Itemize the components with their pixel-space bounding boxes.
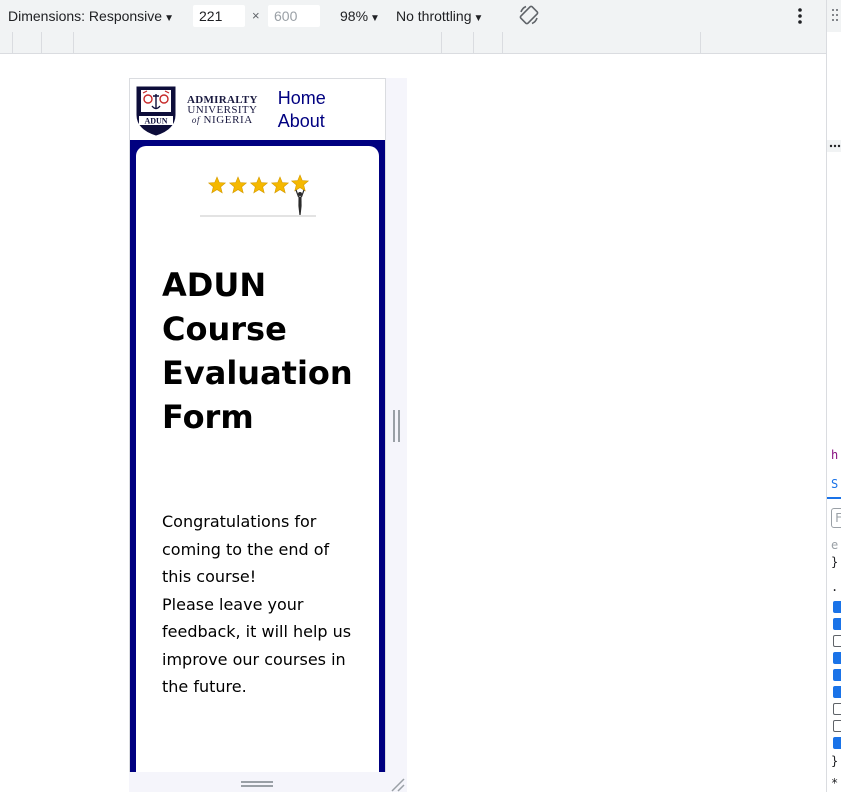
width-input[interactable]: [193, 5, 245, 27]
zoom-dropdown[interactable]: 98% ▼: [340, 8, 380, 24]
dimensions-dropdown[interactable]: Dimensions: Responsive ▼: [8, 8, 174, 24]
throttling-label: No throttling: [396, 8, 472, 24]
five-stars-rating-illustration: [200, 174, 316, 217]
corner-resize-handle-icon[interactable]: [389, 776, 405, 792]
property-checkbox[interactable]: [833, 720, 841, 732]
main-nav: Home About: [278, 87, 326, 133]
styles-tab-indicator: [827, 497, 841, 499]
times-symbol: ×: [252, 8, 260, 23]
height-resize-handle[interactable]: [241, 781, 273, 787]
property-checkbox[interactable]: [833, 686, 841, 698]
element-style-selector: e.: [831, 538, 841, 552]
nav-link-home[interactable]: Home: [278, 87, 326, 110]
svg-text:ADUN: ADUN: [144, 116, 167, 125]
device-toolbar: Dimensions: Responsive▼ × 98%▼ No thrott…: [0, 0, 826, 32]
page-title: ADUN Course Evaluation Form: [162, 266, 353, 436]
emulated-page: ADUN ADMIRALTY UNIVERSITY of NIGERIA Hom…: [129, 78, 386, 772]
logo-line-nigeria: of NIGERIA: [187, 113, 258, 126]
drag-handle-icon[interactable]: [831, 8, 839, 22]
devtools-side-panel: h S F e. } . } *: [826, 0, 841, 792]
property-checkbox[interactable]: [833, 618, 841, 630]
caret-down-icon: ▼: [473, 13, 484, 24]
logo-wordmark: ADMIRALTY UNIVERSITY of NIGERIA: [187, 93, 258, 126]
property-checkbox[interactable]: [833, 737, 841, 749]
styles-tab-letter[interactable]: S: [831, 477, 838, 491]
width-resize-handle[interactable]: [393, 410, 400, 442]
property-checkbox[interactable]: [833, 669, 841, 681]
caret-down-icon: ▼: [164, 13, 174, 24]
zoom-label: 98%: [340, 8, 369, 24]
closing-brace: }: [831, 555, 839, 569]
caret-down-icon: ▼: [370, 13, 380, 24]
universal-selector: *: [831, 776, 839, 790]
throttling-dropdown[interactable]: No throttling ▼: [396, 8, 483, 24]
rotate-icon[interactable]: [518, 4, 540, 26]
device-viewport-area: ADUN ADMIRALTY UNIVERSITY of NIGERIA Hom…: [0, 54, 826, 792]
more-tools-icon[interactable]: [829, 144, 841, 148]
nav-link-about[interactable]: About: [278, 110, 326, 133]
intro-congratulations: Congratulations for coming to the end of…: [162, 512, 330, 586]
media-query-ruler: [0, 32, 826, 54]
logo-line-admiralty: ADMIRALTY: [187, 93, 258, 106]
intro-feedback-request: Please leave your feedback, it will help…: [162, 594, 352, 697]
site-header: ADUN ADMIRALTY UNIVERSITY of NIGERIA Hom…: [130, 79, 385, 140]
dimensions-label: Dimensions: Responsive: [8, 8, 163, 24]
rule-selector: .: [831, 580, 839, 594]
logo-of-prefix: of: [191, 114, 201, 125]
property-checkbox[interactable]: [833, 703, 841, 715]
crest-icon: ADUN: [136, 86, 176, 136]
property-checkbox[interactable]: [833, 652, 841, 664]
property-checkbox[interactable]: [833, 601, 841, 613]
more-options-icon[interactable]: [796, 6, 804, 26]
height-input[interactable]: [268, 5, 320, 27]
closing-brace: }: [831, 754, 839, 768]
logo-nigeria: NIGERIA: [203, 113, 253, 126]
filter-placeholder: F: [835, 511, 841, 525]
intro-text: Congratulations for coming to the end of…: [162, 508, 362, 701]
page-body: ADUN Course Evaluation Form Congratulati…: [130, 140, 385, 772]
evaluation-card: ADUN Course Evaluation Form Congratulati…: [136, 146, 379, 772]
property-checkbox[interactable]: [833, 635, 841, 647]
elements-tab-letter[interactable]: h: [831, 448, 838, 462]
filter-input[interactable]: F: [831, 508, 841, 528]
university-logo[interactable]: ADUN ADMIRALTY UNIVERSITY of NIGERIA: [134, 83, 258, 137]
